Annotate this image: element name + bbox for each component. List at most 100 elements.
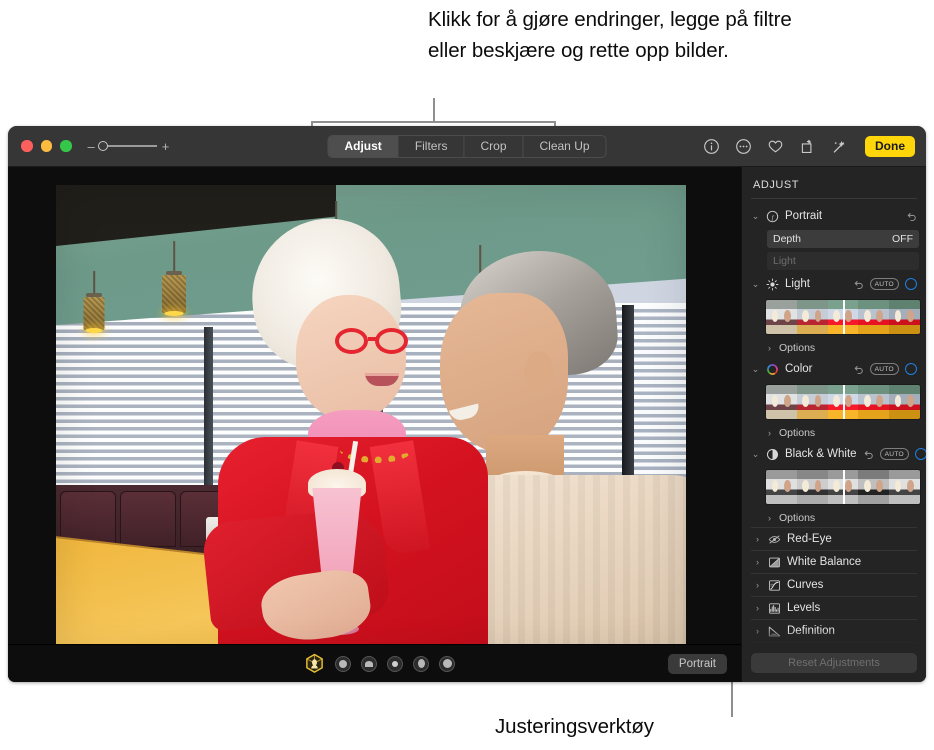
stage-light-icon[interactable] [387, 655, 403, 672]
minimize-button[interactable] [40, 140, 52, 152]
close-button[interactable] [21, 140, 33, 152]
callout-top-stem [433, 98, 435, 122]
edit-mode-tabs: Adjust Filters Crop Clean Up [327, 134, 607, 158]
favorite-icon[interactable] [767, 138, 784, 155]
chevron-right-icon[interactable]: › [753, 626, 762, 636]
tab-adjust[interactable]: Adjust [328, 135, 399, 157]
light-preview-strip[interactable] [765, 299, 921, 335]
chevron-down-icon[interactable]: ⌄ [751, 211, 760, 222]
chevron-right-icon[interactable]: › [753, 603, 762, 613]
reset-icon[interactable] [863, 449, 874, 460]
adjust-sidebar: ADJUST ⌄ f Portrait Depth OFF Light ⌄ Li… [741, 167, 926, 682]
chevron-right-icon[interactable]: › [765, 428, 774, 438]
chevron-right-icon[interactable]: › [753, 534, 762, 544]
reset-adjustments-button[interactable]: Reset Adjustments [751, 653, 917, 673]
adjust-sidebar-scroll[interactable]: ADJUST ⌄ f Portrait Depth OFF Light ⌄ Li… [742, 167, 926, 645]
color-preview-strip[interactable] [765, 384, 921, 420]
tab-crop[interactable]: Crop [464, 135, 524, 157]
sidebar-item-definition[interactable]: › Definition [751, 619, 917, 642]
light-sun-icon [766, 278, 779, 290]
sidebar-item-white-balance[interactable]: › White Balance [751, 550, 917, 573]
editor-body: Portrait ADJUST ⌄ f Portrait Depth OFF L… [8, 167, 926, 682]
sidebar-footer: Reset Adjustments [742, 645, 926, 682]
booth-seat-2 [120, 491, 176, 547]
bw-toggle-icon[interactable] [914, 448, 926, 460]
light-toggle-icon[interactable] [905, 278, 917, 290]
light-auto-badge[interactable]: AUTO [869, 278, 899, 290]
chevron-right-icon[interactable]: › [765, 343, 774, 353]
group-light[interactable]: ⌄ Light AUTO [751, 274, 917, 294]
group-color-label: Color [785, 363, 813, 375]
studio-light-icon[interactable] [335, 655, 351, 672]
zoom-in-label[interactable]: + [162, 140, 170, 153]
chevron-down-icon[interactable]: ⌄ [751, 449, 760, 460]
group-portrait-label: Portrait [785, 210, 823, 222]
sidebar-item-label: Levels [787, 602, 821, 614]
tab-clean-up[interactable]: Clean Up [524, 136, 606, 157]
photo-canvas[interactable] [8, 167, 741, 658]
color-auto-badge[interactable]: AUTO [869, 363, 899, 375]
zoom-slider-track[interactable] [97, 140, 157, 151]
more-icon[interactable] [735, 138, 752, 155]
rotate-icon[interactable] [799, 138, 816, 155]
sidebar-item-curves[interactable]: › Curves [751, 573, 917, 596]
depth-value: OFF [892, 233, 913, 245]
chevron-down-icon[interactable]: ⌄ [751, 279, 760, 290]
group-color[interactable]: ⌄ Color AUTO [751, 359, 917, 379]
group-light-label: Light [785, 278, 810, 290]
zoom-out-label[interactable]: – [88, 140, 95, 153]
reset-icon[interactable] [853, 279, 864, 290]
chevron-right-icon[interactable]: › [753, 580, 762, 590]
edited-photo[interactable] [56, 185, 686, 658]
depth-label: Depth [773, 233, 802, 245]
photos-editor-window: – + Adjust Filters Crop Clean Up Done Po… [8, 126, 926, 682]
group-black-and-white[interactable]: ⌄ Black & White AUTO [751, 444, 926, 464]
bw-options-label: Options [779, 511, 816, 524]
callout-top-text: Klikk for å gjøre endringer, legge på fi… [428, 8, 792, 62]
chevron-right-icon[interactable]: › [753, 557, 762, 567]
photo-viewer: Portrait [8, 167, 741, 682]
bw-options-row[interactable]: › Options [765, 510, 917, 525]
zoom-button[interactable] [60, 140, 72, 152]
woman-red-glasses [335, 328, 417, 355]
stage-light-mono-icon[interactable] [413, 655, 429, 672]
curves-icon [769, 579, 780, 591]
color-toggle-icon[interactable] [905, 363, 917, 375]
bw-preview-strip[interactable] [765, 469, 921, 505]
chevron-right-icon[interactable]: › [765, 513, 774, 523]
sidebar-item-label: Red-Eye [787, 533, 832, 545]
done-button[interactable]: Done [865, 135, 915, 157]
levels-icon [769, 602, 780, 614]
high-key-light-mono-icon[interactable] [439, 655, 455, 672]
red-eye-icon [768, 534, 781, 544]
portrait-aperture-icon: f [766, 210, 779, 222]
callout-bottom-text: Justeringsverktøy [495, 715, 654, 738]
sidebar-item-red-eye[interactable]: › Red-Eye [751, 527, 917, 550]
man-ear [524, 351, 554, 393]
natural-light-cube-icon[interactable] [304, 653, 325, 674]
svg-text:f: f [772, 214, 775, 221]
enhance-icon[interactable] [831, 138, 848, 155]
tab-filters[interactable]: Filters [399, 135, 465, 157]
light-options-row[interactable]: › Options [765, 340, 917, 355]
zoom-slider[interactable]: – + [88, 140, 170, 153]
reset-icon[interactable] [853, 364, 864, 375]
zoom-slider-knob[interactable] [97, 140, 108, 151]
definition-icon [768, 626, 781, 636]
portrait-lighting-bar: Portrait [8, 644, 741, 682]
group-portrait[interactable]: ⌄ f Portrait [751, 206, 917, 226]
bw-auto-badge[interactable]: AUTO [879, 448, 909, 460]
white-balance-icon [769, 557, 780, 567]
portrait-badge[interactable]: Portrait [667, 653, 727, 674]
color-options-row[interactable]: › Options [765, 425, 917, 440]
light-options-label: Options [779, 341, 816, 354]
info-icon[interactable] [703, 138, 720, 155]
portrait-light-row[interactable]: Light [767, 252, 919, 270]
group-black-and-white-label: Black & White [785, 448, 857, 460]
portrait-light-label: Light [773, 255, 796, 267]
chevron-down-icon[interactable]: ⌄ [751, 364, 760, 375]
reset-icon[interactable] [906, 211, 917, 222]
sidebar-item-levels[interactable]: › Levels [751, 596, 917, 619]
depth-slider-row[interactable]: Depth OFF [767, 230, 919, 248]
contour-light-icon[interactable] [361, 655, 377, 672]
